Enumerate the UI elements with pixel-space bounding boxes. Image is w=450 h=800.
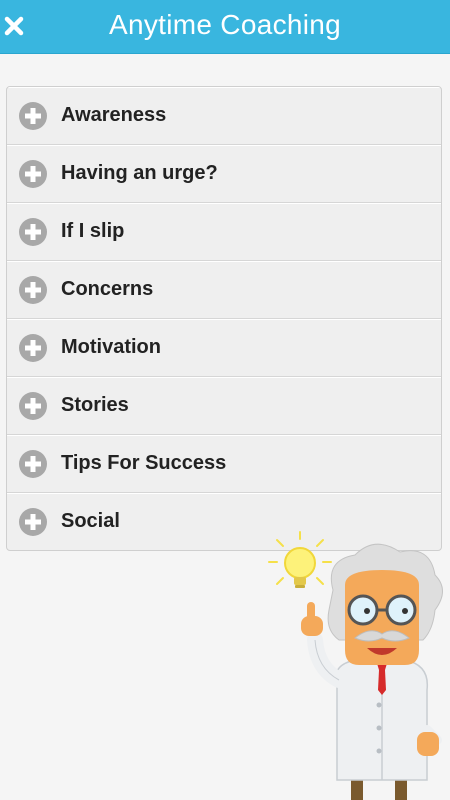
menu-item-label: Stories [61, 394, 129, 416]
menu-item-stories[interactable]: Stories [7, 376, 441, 434]
professor-mascot-illustration [268, 531, 443, 800]
menu-item-label: Having an urge? [61, 162, 218, 184]
menu-item-label: If I slip [61, 220, 125, 242]
menu-item-label: Awareness [61, 104, 167, 126]
plus-circle-icon [19, 507, 47, 536]
plus-circle-icon [19, 391, 47, 420]
app-header: Anytime Coaching [0, 0, 450, 53]
menu-item-label: Social [61, 510, 120, 532]
plus-circle-icon [19, 217, 47, 246]
menu-item-motivation[interactable]: Motivation [7, 318, 441, 376]
menu-item-if-i-slip[interactable]: If I slip [7, 202, 441, 260]
plus-circle-icon [19, 333, 47, 362]
menu-item-label: Motivation [61, 336, 161, 358]
menu-item-awareness[interactable]: Awareness [7, 87, 441, 144]
plus-circle-icon [19, 159, 47, 188]
plus-circle-icon [19, 449, 47, 478]
menu-item-concerns[interactable]: Concerns [7, 260, 441, 318]
coaching-menu: Awareness Having an urge? If I slip Conc… [6, 86, 442, 551]
menu-item-having-an-urge[interactable]: Having an urge? [7, 144, 441, 202]
menu-item-label: Concerns [61, 278, 154, 300]
lightbulb-icon [268, 531, 332, 588]
menu-item-tips-for-success[interactable]: Tips For Success [7, 434, 441, 492]
plus-circle-icon [19, 101, 47, 130]
menu-item-label: Tips For Success [61, 452, 227, 474]
page-title: Anytime Coaching [108, 9, 342, 40]
plus-circle-icon [19, 275, 47, 304]
